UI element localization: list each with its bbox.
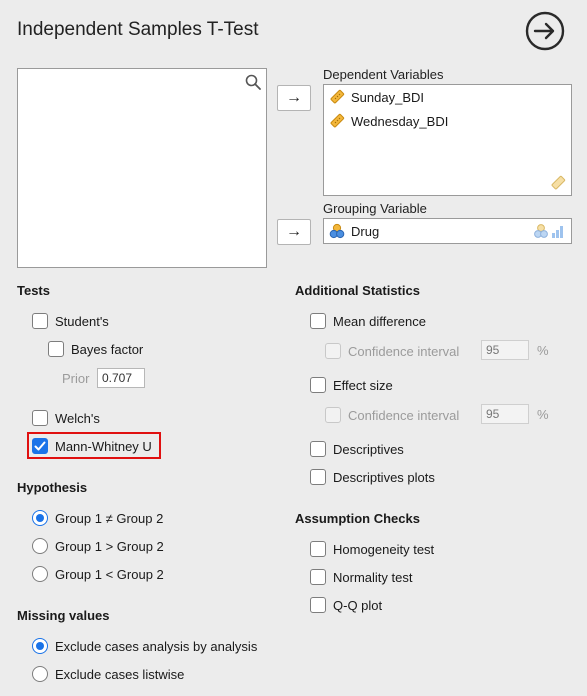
descriptives-plots-option[interactable]: Descriptives plots: [310, 469, 435, 485]
nominal-ordinal-type-hint-icon: [532, 223, 568, 242]
descriptives-plots-label: Descriptives plots: [333, 469, 435, 485]
effect-size-label: Effect size: [333, 377, 393, 393]
hypothesis-radio[interactable]: [32, 510, 48, 526]
page-title: Independent Samples T-Test: [17, 19, 259, 40]
welch-option[interactable]: Welch's: [32, 410, 100, 426]
prior-label: Prior: [62, 371, 90, 386]
nominal-variable-icon: [329, 223, 345, 239]
percent-label: %: [537, 343, 549, 358]
hypothesis-option[interactable]: Group 1 > Group 2: [32, 538, 164, 554]
available-variables-list[interactable]: [17, 68, 267, 268]
mean-difference-label: Mean difference: [333, 313, 426, 329]
mean-difference-ci-label: Confidence interval: [348, 343, 460, 359]
dependent-variable-item[interactable]: Sunday_BDI: [329, 89, 424, 105]
checkmark-icon: [34, 441, 46, 451]
missing-values-label: Exclude cases analysis by analysis: [55, 638, 258, 654]
grouping-variable-label: Grouping Variable: [323, 201, 427, 216]
welch-checkbox[interactable]: [32, 410, 48, 426]
search-icon[interactable]: [244, 73, 262, 91]
mean-difference-ci-option: Confidence interval: [325, 343, 459, 359]
bayes-factor-checkbox[interactable]: [48, 341, 64, 357]
qq-plot-checkbox[interactable]: [310, 597, 326, 613]
descriptives-checkbox[interactable]: [310, 441, 326, 457]
hypothesis-option[interactable]: Group 1 ≠ Group 2: [32, 510, 163, 526]
mean-difference-ci-checkbox: [325, 343, 341, 359]
arrow-right-icon: →: [286, 89, 302, 106]
hypothesis-label: Group 1 > Group 2: [55, 538, 164, 554]
run-analysis-button[interactable]: [524, 10, 566, 52]
descriptives-plots-checkbox[interactable]: [310, 469, 326, 485]
effect-size-checkbox[interactable]: [310, 377, 326, 393]
mean-difference-checkbox[interactable]: [310, 313, 326, 329]
students-checkbox[interactable]: [32, 313, 48, 329]
students-option[interactable]: Student's: [32, 313, 109, 329]
grouping-variable-value: Drug: [351, 223, 380, 239]
mann-whitney-checkbox[interactable]: [32, 438, 48, 454]
hypothesis-option[interactable]: Group 1 < Group 2: [32, 566, 164, 582]
scale-type-hint-icon: [550, 175, 566, 194]
hypothesis-label: Group 1 ≠ Group 2: [55, 510, 164, 526]
dependent-variables-label: Dependent Variables: [323, 67, 444, 82]
homogeneity-option[interactable]: Homogeneity test: [310, 541, 434, 557]
welch-label: Welch's: [55, 410, 100, 426]
dependent-variable-label: Wednesday_BDI: [351, 113, 449, 129]
scale-variable-icon: [330, 89, 345, 104]
homogeneity-label: Homogeneity test: [333, 541, 435, 557]
effect-size-option[interactable]: Effect size: [310, 377, 393, 393]
grouping-variable-item[interactable]: Drug: [329, 223, 379, 239]
effect-size-ci-option: Confidence interval: [325, 407, 459, 423]
missing-values-label: Exclude cases listwise: [55, 666, 185, 682]
normality-label: Normality test: [333, 569, 413, 585]
dependent-variable-label: Sunday_BDI: [351, 89, 424, 105]
normality-checkbox[interactable]: [310, 569, 326, 585]
dependent-variable-item[interactable]: Wednesday_BDI: [329, 113, 448, 129]
missing-values-option[interactable]: Exclude cases listwise: [32, 666, 184, 682]
scale-variable-icon: [330, 113, 345, 128]
qq-plot-option[interactable]: Q-Q plot: [310, 597, 382, 613]
descriptives-label: Descriptives: [333, 441, 404, 457]
qq-plot-label: Q-Q plot: [333, 597, 383, 613]
move-to-grouping-button[interactable]: →: [277, 219, 311, 245]
homogeneity-checkbox[interactable]: [310, 541, 326, 557]
tests-heading: Tests: [17, 283, 50, 298]
hypothesis-heading: Hypothesis: [17, 480, 88, 495]
effect-size-ci-checkbox: [325, 407, 341, 423]
bayes-factor-label: Bayes factor: [71, 341, 144, 357]
hypothesis-radio[interactable]: [32, 538, 48, 554]
arrow-circle-icon: [525, 11, 565, 51]
mean-difference-option[interactable]: Mean difference: [310, 313, 426, 329]
missing-values-radio[interactable]: [32, 666, 48, 682]
descriptives-option[interactable]: Descriptives: [310, 441, 404, 457]
missing-values-radio[interactable]: [32, 638, 48, 654]
effect-size-ci-input: 95: [481, 404, 529, 424]
bayes-factor-option[interactable]: Bayes factor: [48, 341, 143, 357]
mann-whitney-option[interactable]: Mann-Whitney U: [32, 438, 152, 454]
move-to-dependent-button[interactable]: →: [277, 85, 311, 111]
missing-values-option[interactable]: Exclude cases analysis by analysis: [32, 638, 257, 654]
mean-difference-ci-input: 95: [481, 340, 529, 360]
missing-values-heading: Missing values: [17, 608, 110, 623]
assumption-checks-heading: Assumption Checks: [295, 511, 420, 526]
students-label: Student's: [55, 313, 109, 329]
hypothesis-radio[interactable]: [32, 566, 48, 582]
normality-option[interactable]: Normality test: [310, 569, 412, 585]
mann-whitney-label: Mann-Whitney U: [55, 438, 152, 454]
effect-size-ci-label: Confidence interval: [348, 407, 460, 423]
prior-input[interactable]: 0.707: [97, 368, 145, 388]
arrow-right-icon: →: [286, 223, 302, 240]
additional-statistics-heading: Additional Statistics: [295, 283, 420, 298]
percent-label: %: [537, 407, 549, 422]
hypothesis-label: Group 1 < Group 2: [55, 566, 164, 582]
